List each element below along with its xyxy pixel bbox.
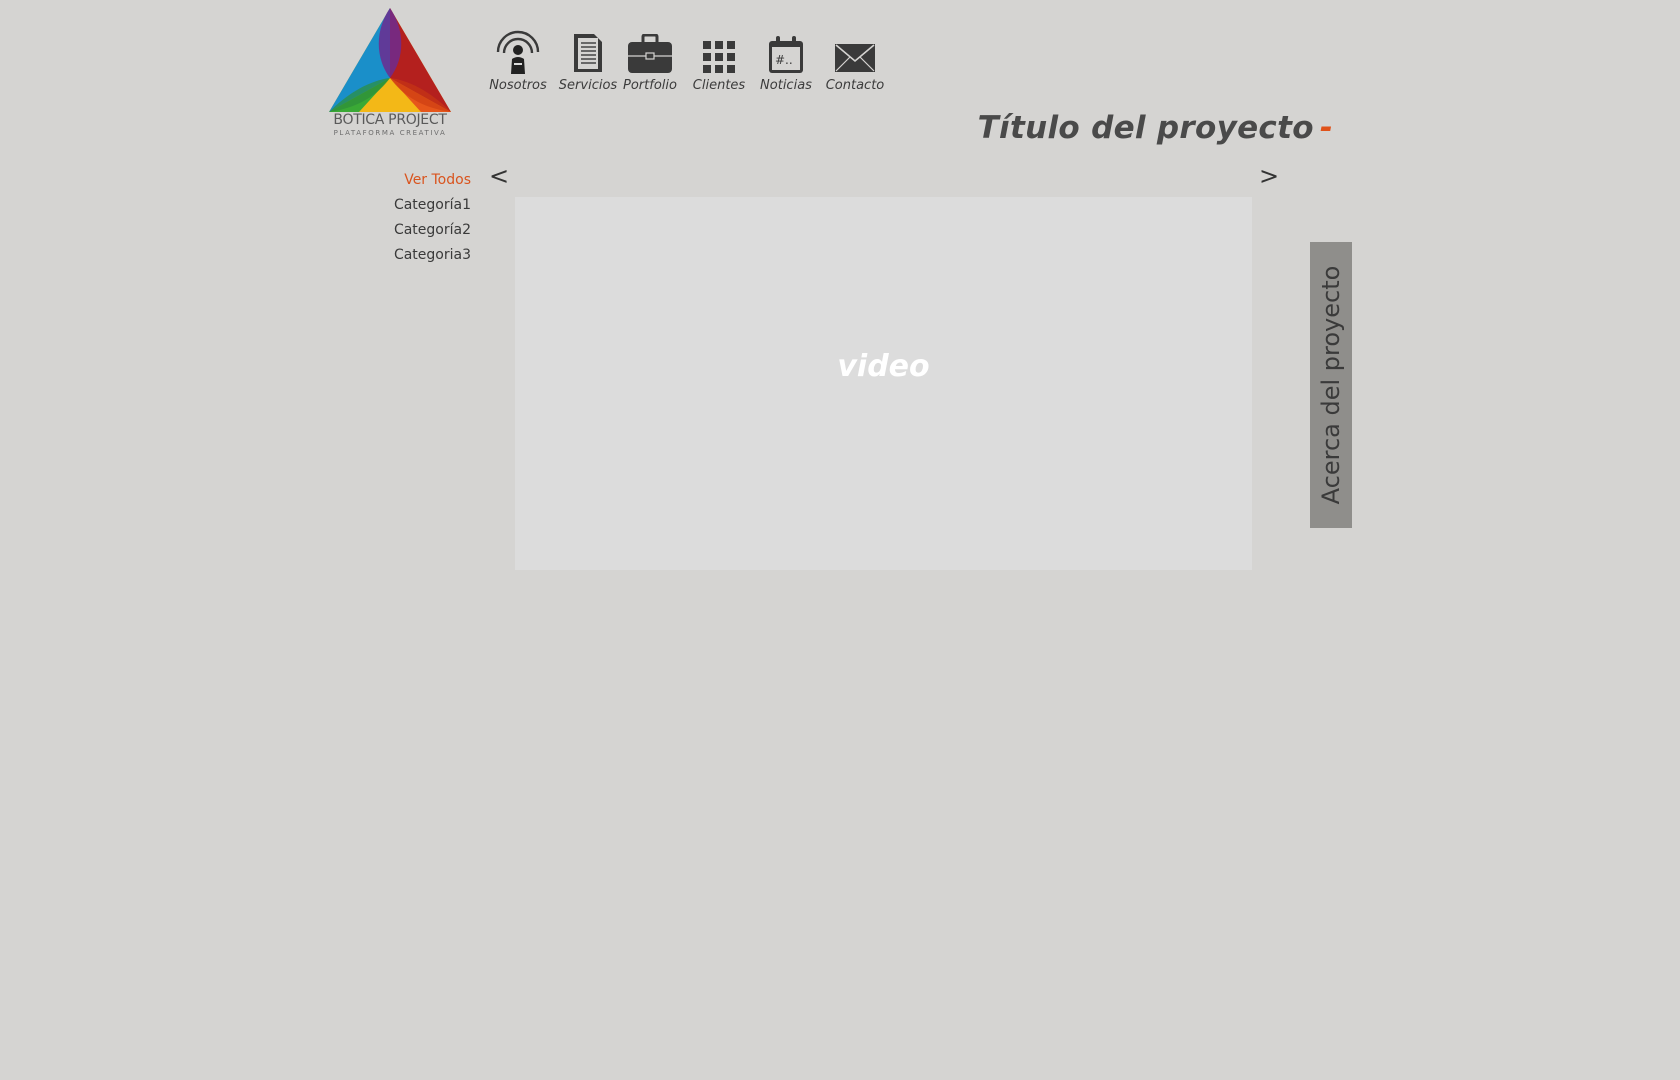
nav-nosotros[interactable]: Nosotros: [488, 28, 548, 93]
brand-logo[interactable]: BOTICA PROJECT PLATAFORMA CREATIVA: [329, 8, 451, 140]
nav-label: Servicios: [558, 78, 618, 93]
grid-icon: [703, 41, 735, 73]
brand-tagline: PLATAFORMA CREATIVA: [333, 129, 447, 137]
nav-label: Portfolio: [623, 78, 677, 93]
category-3[interactable]: Categoria3: [394, 243, 471, 268]
envelope-icon: [835, 44, 875, 72]
nav-servicios[interactable]: Servicios: [558, 28, 618, 93]
video-placeholder-label: video: [837, 349, 930, 384]
calendar-icon-text: #..: [775, 53, 793, 67]
triangle-logo-icon: [329, 8, 451, 112]
nav-label: Noticias: [760, 78, 812, 93]
briefcase-icon: [628, 34, 672, 73]
document-icon: [574, 34, 602, 72]
category-1[interactable]: Categoría1: [394, 193, 471, 218]
next-arrow-button[interactable]: >: [1259, 164, 1279, 188]
about-project-tab[interactable]: Acerca del proyecto: [1310, 242, 1352, 528]
about-project-label: Acerca del proyecto: [1317, 265, 1345, 505]
project-title: Título del proyecto -: [978, 110, 1333, 146]
video-player[interactable]: video: [515, 197, 1252, 570]
category-list: Ver Todos Categoría1 Categoría2 Categori…: [394, 168, 471, 268]
nav-label: Contacto: [825, 78, 885, 93]
project-title-dash: -: [1319, 110, 1333, 146]
nav-label: Nosotros: [489, 78, 547, 93]
project-title-text: Título del proyecto: [977, 110, 1314, 146]
speaker-person-icon: [496, 30, 540, 74]
category-2[interactable]: Categoría2: [394, 218, 471, 243]
nav-noticias[interactable]: #.. Noticias: [756, 28, 816, 93]
prev-arrow-button[interactable]: <: [489, 164, 509, 188]
nav-clientes[interactable]: Clientes: [690, 28, 748, 93]
nav-contacto[interactable]: Contacto: [822, 28, 888, 93]
category-ver-todos[interactable]: Ver Todos: [394, 168, 471, 193]
calendar-icon: #..: [769, 36, 803, 73]
brand-name: BOTICA PROJECT: [333, 112, 447, 128]
nav-label: Clientes: [692, 78, 746, 93]
nav-portfolio[interactable]: Portfolio: [622, 28, 678, 93]
